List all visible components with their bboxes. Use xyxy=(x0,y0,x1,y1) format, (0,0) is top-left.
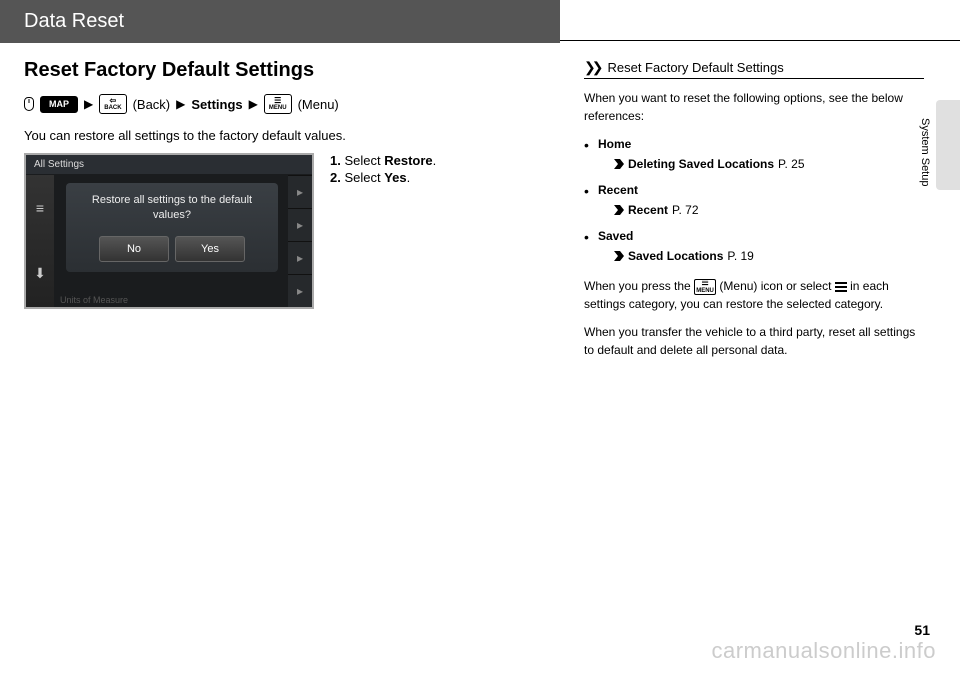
chevron-icon: ▸ xyxy=(288,175,312,208)
mouse-icon xyxy=(24,97,34,111)
note-body: When you want to reset the following opt… xyxy=(584,89,924,359)
page-number: 51 xyxy=(914,622,930,638)
ref-saved-link: Saved Locations P. 19 xyxy=(598,247,924,265)
screenshot-right-arrows: ▸ ▸ ▸ ▸ xyxy=(288,175,312,307)
left-column: Reset Factory Default Settings MAP ▶ ⇦ B… xyxy=(24,59,544,369)
down-arrow-icon: ⬇ xyxy=(34,265,46,282)
step-2: 2. Select Yes. xyxy=(330,170,436,185)
chevron-icon: ▸ xyxy=(288,274,312,307)
menu-button-icon: ☰ MENU xyxy=(264,94,292,114)
back-button-icon: ⇦ BACK xyxy=(99,94,126,114)
settings-label: Settings xyxy=(191,97,242,112)
link-arrow-icon xyxy=(614,159,624,169)
watermark: carmanualsonline.info xyxy=(711,638,936,664)
page-title-block: Data Reset xyxy=(0,0,560,43)
no-button[interactable]: No xyxy=(99,236,169,262)
ref-recent: Recent Recent P. 72 xyxy=(584,181,924,219)
arrow-icon: ▶ xyxy=(249,97,258,111)
dialog-buttons: No Yes xyxy=(74,236,270,262)
chevron-icon: ▸ xyxy=(288,208,312,241)
hamburger-icon xyxy=(835,280,847,294)
menu-icon: MENU xyxy=(694,279,716,295)
section-heading: Reset Factory Default Settings xyxy=(24,59,544,82)
back-label: (Back) xyxy=(133,97,171,112)
hamburger-icon: ≡ xyxy=(36,200,44,216)
note-intro: When you want to reset the following opt… xyxy=(584,89,924,125)
device-screenshot: All Settings ≡ ⬇ ▸ ▸ ▸ ▸ ⚠ Restore all s… xyxy=(24,153,314,309)
reference-list: Home Deleting Saved Locations P. 25 Rece… xyxy=(584,135,924,265)
note-para-3: When you transfer the vehicle to a third… xyxy=(584,323,924,359)
map-button-icon: MAP xyxy=(40,96,78,113)
note-header: ❯❯ Reset Factory Default Settings xyxy=(584,59,924,79)
note-title: Reset Factory Default Settings xyxy=(607,60,783,75)
menu-label: (Menu) xyxy=(298,97,339,112)
chapter-tab xyxy=(936,100,960,190)
chevron-icon: ▸ xyxy=(288,241,312,274)
screenshot-header: All Settings xyxy=(26,155,312,174)
arrow-icon: ▶ xyxy=(84,97,93,111)
arrow-icon: ▶ xyxy=(176,97,185,111)
screenshot-footer: Units of Measure xyxy=(60,295,128,305)
content-area: Reset Factory Default Settings MAP ▶ ⇦ B… xyxy=(0,43,960,369)
ref-recent-link: Recent P. 72 xyxy=(598,201,924,219)
link-arrow-icon xyxy=(614,205,624,215)
note-para-2: When you press the MENU (Menu) icon or s… xyxy=(584,277,924,313)
intro-text: You can restore all settings to the fact… xyxy=(24,128,544,143)
ref-saved: Saved Saved Locations P. 19 xyxy=(584,227,924,265)
page-title: Data Reset xyxy=(24,10,124,32)
chapter-tab-label: System Setup xyxy=(919,118,931,186)
double-chevron-icon: ❯❯ xyxy=(584,59,599,76)
screenshot-sidebar: ≡ ⬇ xyxy=(26,175,54,307)
confirm-dialog: Restore all settings to the default valu… xyxy=(66,183,278,272)
dialog-text: Restore all settings to the default valu… xyxy=(74,193,270,224)
header-rule xyxy=(560,40,960,41)
link-arrow-icon xyxy=(614,251,624,261)
instruction-steps: 1. Select Restore. 2. Select Yes. xyxy=(330,153,436,309)
yes-button[interactable]: Yes xyxy=(175,236,245,262)
right-column: ❯❯ Reset Factory Default Settings When y… xyxy=(584,59,924,369)
page-header: Data Reset xyxy=(0,0,960,43)
figure-and-steps: All Settings ≡ ⬇ ▸ ▸ ▸ ▸ ⚠ Restore all s… xyxy=(24,153,544,309)
breadcrumb: MAP ▶ ⇦ BACK (Back) ▶ Settings ▶ ☰ MENU … xyxy=(24,94,544,114)
step-1: 1. Select Restore. xyxy=(330,153,436,168)
ref-home: Home Deleting Saved Locations P. 25 xyxy=(584,135,924,173)
ref-home-link: Deleting Saved Locations P. 25 xyxy=(598,155,924,173)
